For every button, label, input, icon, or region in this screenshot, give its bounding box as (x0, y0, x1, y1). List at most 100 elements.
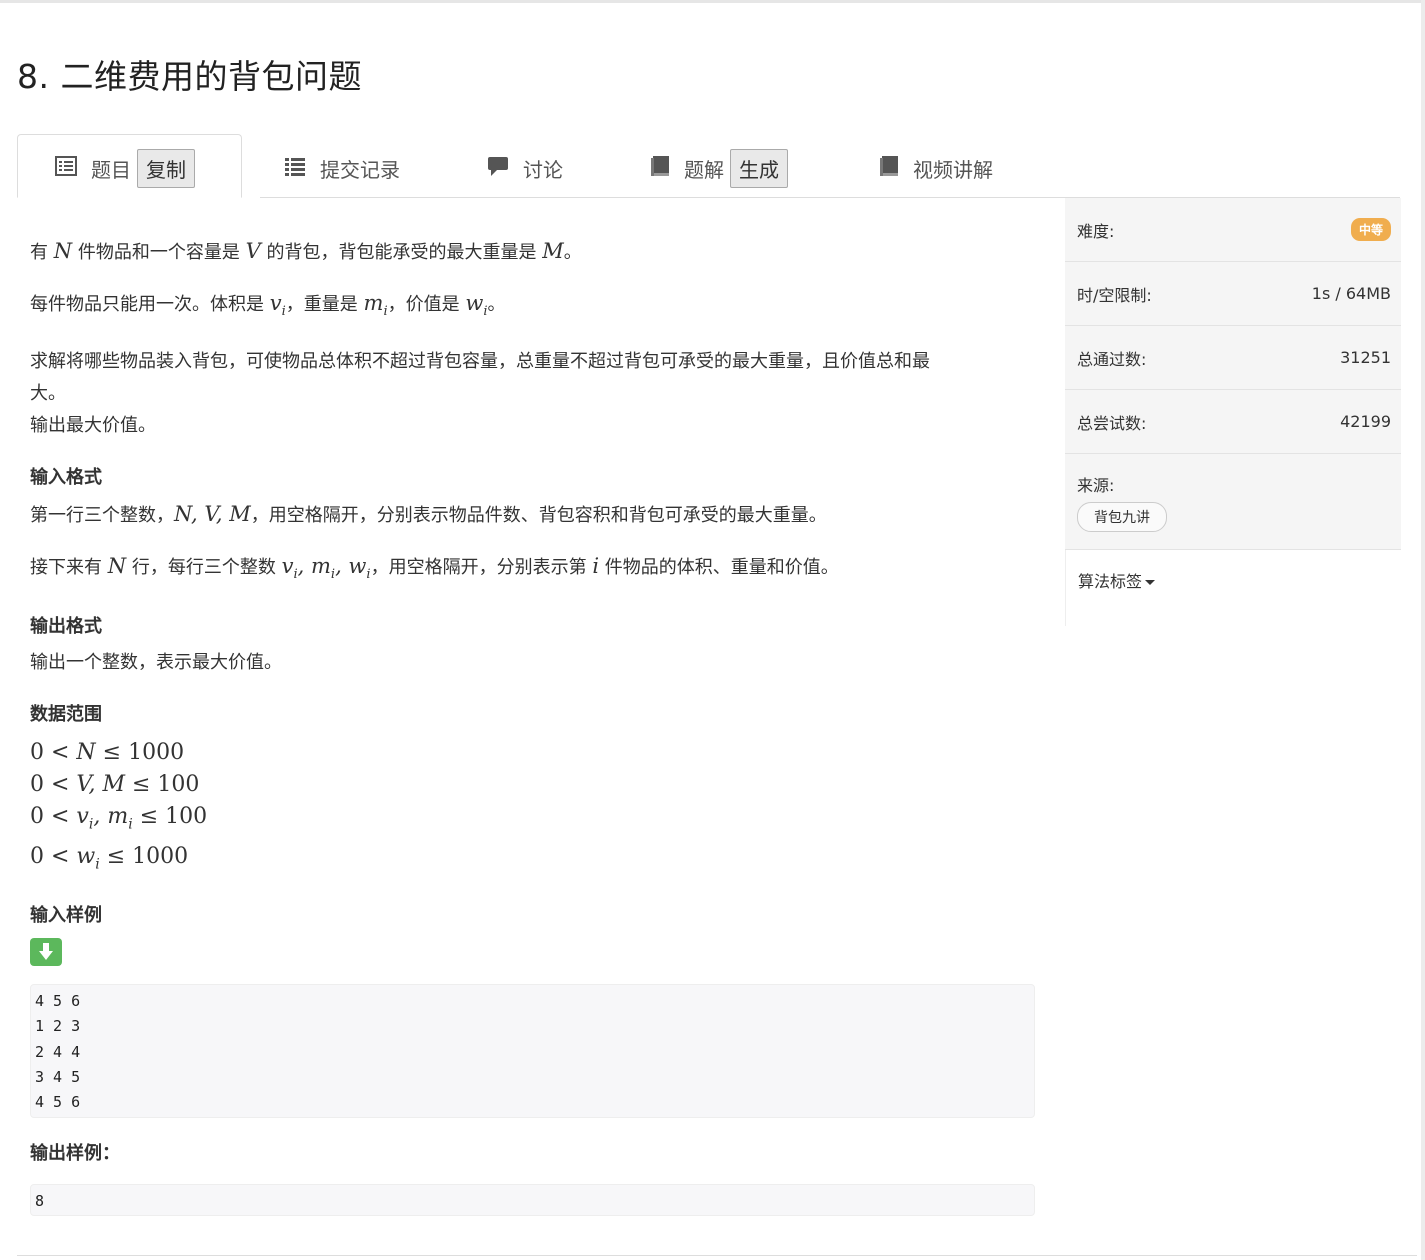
tab-bar: 题目 复制 提交记录 讨论 题解 生成 视频讲解 (17, 134, 1400, 198)
copy-problem-button[interactable]: 复制 (137, 148, 195, 188)
math-var: N (76, 740, 96, 766)
math-var: v (269, 291, 282, 315)
problem-intro: 有 N 件物品和一个容量是 V 的背包，背包能承受的最大重量是 M。 (30, 235, 1035, 269)
algorithm-tags-label: 算法标签 (1078, 572, 1143, 591)
text: ，价值是 (387, 294, 466, 315)
tab-video-label: 视频讲解 (913, 157, 993, 182)
limit-label: 时/空限制: (1077, 285, 1152, 305)
text: ≤ 100 (132, 804, 208, 830)
range-line: 0 < vi, mi ≤ 100 (30, 804, 208, 833)
text: ≤ 100 (124, 772, 200, 798)
math-var: V (245, 239, 261, 263)
tab-discussion[interactable]: 讨论 (487, 148, 563, 188)
list-alt-icon (55, 155, 77, 181)
tab-solutions[interactable]: 题解 生成 (650, 148, 788, 188)
source-row: 来源: 背包九讲 (1065, 454, 1401, 550)
attempts-value: 42199 (1340, 412, 1391, 431)
text: 每件物品只能用一次。体积是 (30, 294, 270, 315)
math-var: w (465, 291, 484, 315)
math-var: mi (363, 291, 388, 319)
math-var: w (348, 554, 367, 579)
input-format-line2: 接下来有 N 行，每行三个整数 vi, mi, wi，用空格隔开，分别表示第 i… (30, 550, 1035, 591)
tab-solutions-label: 题解 (684, 157, 724, 182)
math-var: V, M (76, 772, 125, 798)
math-var: N, V, M (174, 502, 251, 527)
text: 件物品和一个容量是 (72, 242, 246, 263)
problem-info-sidebar: 难度: 中等 时/空限制: 1s / 64MB 总通过数: 31251 总尝试数… (1065, 198, 1401, 626)
tab-submissions[interactable]: 提交记录 (284, 148, 400, 188)
math-var: m (363, 291, 384, 315)
text: 的背包，背包能承受的最大重量是 (260, 242, 543, 263)
text: 0 < (30, 804, 77, 830)
data-range: 0 < N ≤ 1000 0 < V, M ≤ 100 0 < vi, mi ≤… (30, 737, 1035, 880)
list-icon (284, 156, 306, 181)
sample-input-code: 4 5 6 1 2 3 2 4 4 3 4 5 4 5 6 (30, 984, 1035, 1119)
limit-row: 时/空限制: 1s / 64MB (1065, 262, 1401, 326)
math-var: vi, mi, wi (281, 554, 371, 583)
algorithm-tags-toggle[interactable]: 算法标签 (1065, 550, 1401, 626)
text: 0 < (30, 740, 77, 766)
download-icon (39, 943, 53, 961)
text: 0 < (30, 772, 77, 798)
accepted-label: 总通过数: (1077, 349, 1147, 369)
caret-down-icon (1145, 580, 1156, 585)
tab-problem-label: 题目 (91, 157, 131, 182)
text: ，重量是 (285, 294, 364, 315)
text: 大。 (30, 383, 66, 405)
tab-video[interactable]: 视频讲解 (879, 148, 993, 188)
attempts-label: 总尝试数: (1077, 413, 1147, 433)
range-line: 0 < V, M ≤ 100 (30, 769, 1035, 801)
output-format-text: 输出一个整数，表示最大价值。 (30, 652, 282, 674)
difficulty-label: 难度: (1077, 221, 1115, 241)
text: 件物品的体积、重量和价值。 (599, 557, 839, 579)
math-var: M (542, 239, 564, 263)
math-var: N (107, 554, 127, 579)
input-format-heading: 输入格式 (30, 467, 102, 489)
page-title: 8. 二维费用的背包问题 (17, 57, 362, 96)
text: 行，每行三个整数 (126, 557, 282, 579)
window-top-border (0, 0, 1425, 3)
math-var: v (76, 804, 89, 830)
tab-problem[interactable]: 题目 复制 (55, 148, 195, 188)
problem-goal: 求解将哪些物品装入背包，可使物品总体积不超过背包容量，总重量不超过背包可承受的最… (30, 346, 1035, 442)
math-var: w (76, 843, 96, 869)
math-var: m (107, 804, 129, 830)
text: 求解将哪些物品装入背包，可使物品总体积不超过背包容量，总重量不超过背包可承受的最… (30, 351, 930, 373)
window-right-border (1421, 0, 1425, 1260)
math-var: vi (269, 291, 286, 319)
source-tag[interactable]: 背包九讲 (1077, 502, 1167, 532)
difficulty-badge: 中等 (1350, 218, 1391, 241)
range-line: 0 < wi ≤ 1000 (30, 841, 1035, 880)
book-icon (879, 155, 899, 182)
math-var: N (53, 239, 73, 263)
text: ≤ 1000 (99, 843, 189, 869)
book-icon (650, 155, 670, 182)
problem-content: 有 N 件物品和一个容量是 V 的背包，背包能承受的最大重量是 M。 每件物品只… (30, 225, 1035, 1217)
accepted-row: 总通过数: 31251 (1065, 326, 1401, 390)
text: 有 (30, 242, 54, 263)
output-format-heading: 输出格式 (30, 616, 102, 638)
math-var: v (281, 554, 294, 579)
text: 接下来有 (30, 557, 108, 579)
footer-divider (17, 1255, 1417, 1256)
text: 输出最大价值。 (30, 415, 156, 437)
text: 。 (487, 294, 506, 315)
sample-output-code: 8 (30, 1184, 1035, 1217)
text: 第一行三个整数， (30, 505, 174, 527)
sample-input-heading: 输入样例 (30, 905, 102, 927)
tab-discussion-label: 讨论 (523, 157, 563, 182)
math-sub: i (330, 567, 336, 583)
generate-solution-button[interactable]: 生成 (730, 148, 788, 188)
math-var: wi (465, 291, 487, 319)
sample-output-heading: 输出样例： (30, 1143, 120, 1165)
text: 0 < (30, 843, 77, 869)
source-label: 来源: (1077, 476, 1115, 495)
limit-value: 1s / 64MB (1311, 284, 1391, 303)
tab-submissions-label: 提交记录 (320, 157, 400, 182)
comment-icon (487, 155, 509, 182)
copy-sample-button[interactable] (30, 938, 62, 967)
range-line: 0 < N ≤ 1000 (30, 737, 1035, 769)
copy-sample-wrapper (30, 938, 1035, 968)
input-format-line1: 第一行三个整数，N, V, M，用空格隔开，分别表示物品件数、背包容积和背包可承… (30, 498, 1035, 532)
problem-item-rule: 每件物品只能用一次。体积是 vi，重量是 mi，价值是 wi。 (30, 287, 1035, 328)
